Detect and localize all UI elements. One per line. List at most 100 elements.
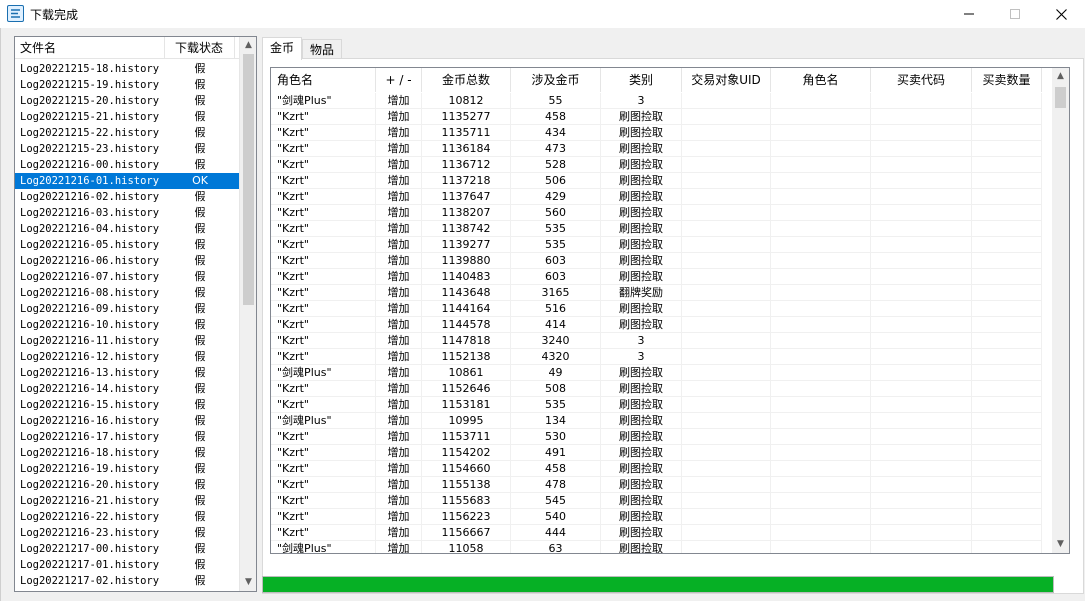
table-row[interactable]: "Kzrt" 增加 1136184 473 刷图捡取: [271, 141, 1042, 157]
table-row[interactable]: "Kzrt" 增加 1139277 535 刷图捡取: [271, 237, 1042, 253]
maximize-button[interactable]: [992, 0, 1038, 28]
table-row[interactable]: "Kzrt" 增加 1135711 434 刷图捡取: [271, 125, 1042, 141]
column-header[interactable]: + / -: [376, 68, 422, 92]
scroll-down-icon[interactable]: ▼: [1052, 536, 1069, 553]
table-row[interactable]: "剑魂Plus" 增加 10812 55 3: [271, 93, 1042, 109]
table-row[interactable]: "Kzrt" 增加 1139880 603 刷图捡取: [271, 253, 1042, 269]
tab-items[interactable]: 物品: [302, 39, 343, 60]
file-list-item[interactable]: Log20221216-06.history 假: [15, 253, 239, 269]
column-header-status[interactable]: 下载状态: [165, 37, 235, 59]
column-header[interactable]: 金币总数: [422, 68, 511, 92]
file-list-item[interactable]: Log20221216-17.history 假: [15, 429, 239, 445]
table-cell: "Kzrt": [271, 461, 376, 477]
close-button[interactable]: [1038, 0, 1084, 28]
scroll-up-icon[interactable]: ▲: [240, 37, 256, 54]
file-list-item[interactable]: Log20221216-10.history 假: [15, 317, 239, 333]
file-list-item[interactable]: Log20221216-22.history 假: [15, 509, 239, 525]
table-row[interactable]: "Kzrt" 增加 1144164 516 刷图捡取: [271, 301, 1042, 317]
file-list-item[interactable]: Log20221216-14.history 假: [15, 381, 239, 397]
file-list-item[interactable]: Log20221216-18.history 假: [15, 445, 239, 461]
table-row[interactable]: "Kzrt" 增加 1135277 458 刷图捡取: [271, 109, 1042, 125]
file-list-item[interactable]: Log20221217-01.history 假: [15, 557, 239, 573]
file-list-scrollbar[interactable]: ▲ ▼: [239, 37, 256, 591]
column-header[interactable]: 类别: [601, 68, 682, 92]
column-header-filename[interactable]: 文件名: [15, 37, 165, 59]
file-list[interactable]: 文件名 下载状态 Log20221215-18.history 假 Log20221…: [14, 36, 257, 592]
file-list-item[interactable]: Log20221216-03.history 假: [15, 205, 239, 221]
column-header[interactable]: 买卖代码: [871, 68, 972, 92]
file-list-item[interactable]: Log20221216-07.history 假: [15, 269, 239, 285]
table-row[interactable]: "Kzrt" 增加 1143648 3165 翻牌奖励: [271, 285, 1042, 301]
table-row[interactable]: "Kzrt" 增加 1154660 458 刷图捡取: [271, 461, 1042, 477]
table-cell: 473: [511, 141, 601, 157]
table-cell: "Kzrt": [271, 221, 376, 237]
table-row[interactable]: "Kzrt" 增加 1155683 545 刷图捡取: [271, 493, 1042, 509]
file-list-item[interactable]: Log20221217-02.history 假: [15, 573, 239, 589]
file-list-item[interactable]: Log20221216-04.history 假: [15, 221, 239, 237]
table-cell: [972, 157, 1042, 173]
table-row[interactable]: "剑魂Plus" 增加 10995 134 刷图捡取: [271, 413, 1042, 429]
file-list-item[interactable]: Log20221216-15.history 假: [15, 397, 239, 413]
column-header[interactable]: 涉及金币: [511, 68, 601, 92]
table-cell: 增加: [376, 189, 422, 205]
table-cell: [871, 317, 972, 333]
file-list-item[interactable]: Log20221216-20.history 假: [15, 477, 239, 493]
file-list-item[interactable]: Log20221216-19.history 假: [15, 461, 239, 477]
file-list-item[interactable]: Log20221215-21.history 假: [15, 109, 239, 125]
file-list-item[interactable]: Log20221216-02.history 假: [15, 189, 239, 205]
table-row[interactable]: "Kzrt" 增加 1154202 491 刷图捡取: [271, 445, 1042, 461]
table-row[interactable]: "Kzrt" 增加 1140483 603 刷图捡取: [271, 269, 1042, 285]
table-row[interactable]: "Kzrt" 增加 1136712 528 刷图捡取: [271, 157, 1042, 173]
file-list-item[interactable]: Log20221216-00.history 假: [15, 157, 239, 173]
file-list-item[interactable]: Log20221216-16.history 假: [15, 413, 239, 429]
file-list-item[interactable]: Log20221217-00.history 假: [15, 541, 239, 557]
scroll-up-icon[interactable]: ▲: [1052, 68, 1069, 85]
table-row[interactable]: "剑魂Plus" 增加 11058 63 刷图捡取: [271, 541, 1042, 553]
table-row[interactable]: "Kzrt" 增加 1137218 506 刷图捡取: [271, 173, 1042, 189]
download-status: 假: [194, 126, 206, 139]
file-list-item[interactable]: Log20221216-11.history 假: [15, 333, 239, 349]
table-cell: [871, 509, 972, 525]
scroll-down-icon[interactable]: ▼: [240, 574, 256, 591]
column-header[interactable]: 交易对象UID: [682, 68, 771, 92]
table-row[interactable]: "Kzrt" 增加 1156667 444 刷图捡取: [271, 525, 1042, 541]
file-list-item[interactable]: Log20221216-13.history 假: [15, 365, 239, 381]
table-row[interactable]: "Kzrt" 增加 1155138 478 刷图捡取: [271, 477, 1042, 493]
scroll-thumb[interactable]: [243, 54, 254, 305]
table-row[interactable]: "剑魂Plus" 增加 10861 49 刷图捡取: [271, 365, 1042, 381]
table-row[interactable]: "Kzrt" 增加 1138207 560 刷图捡取: [271, 205, 1042, 221]
table-row[interactable]: "Kzrt" 增加 1152138 4320 3: [271, 349, 1042, 365]
file-list-item[interactable]: Log20221216-23.history 假: [15, 525, 239, 541]
column-header[interactable]: 买卖数量: [972, 68, 1042, 92]
table-row[interactable]: "Kzrt" 增加 1137647 429 刷图捡取: [271, 189, 1042, 205]
file-name: Log20221216-05.history: [20, 239, 160, 251]
file-list-item[interactable]: Log20221216-08.history 假: [15, 285, 239, 301]
file-list-item[interactable]: Log20221216-09.history 假: [15, 301, 239, 317]
table-row[interactable]: "Kzrt" 增加 1147818 3240 3: [271, 333, 1042, 349]
file-list-item[interactable]: Log20221216-12.history 假: [15, 349, 239, 365]
table-cell: [972, 333, 1042, 349]
file-list-item[interactable]: Log20221215-23.history 假: [15, 141, 239, 157]
table-row[interactable]: "Kzrt" 增加 1138742 535 刷图捡取: [271, 221, 1042, 237]
table-row[interactable]: "Kzrt" 增加 1153711 530 刷图捡取: [271, 429, 1042, 445]
table-row[interactable]: "Kzrt" 增加 1156223 540 刷图捡取: [271, 509, 1042, 525]
table-row[interactable]: "Kzrt" 增加 1144578 414 刷图捡取: [271, 317, 1042, 333]
file-list-item[interactable]: Log20221215-22.history 假: [15, 125, 239, 141]
file-list-item[interactable]: Log20221215-18.history 假: [15, 61, 239, 77]
table-row[interactable]: "Kzrt" 增加 1153181 535 刷图捡取: [271, 397, 1042, 413]
file-list-item[interactable]: Log20221216-21.history 假: [15, 493, 239, 509]
file-list-item[interactable]: Log20221216-05.history 假: [15, 237, 239, 253]
download-status: 假: [194, 286, 206, 299]
minimize-button[interactable]: [946, 0, 992, 28]
file-list-item[interactable]: Log20221215-20.history 假: [15, 93, 239, 109]
file-list-item[interactable]: Log20221215-19.history 假: [15, 77, 239, 93]
gold-log-table[interactable]: 角色名 + / - 金币总数 涉及金币 类别 交易对象UID 角色名 买卖代码 买卖数量 "剑魂…: [270, 67, 1070, 554]
tab-gold[interactable]: 金币: [262, 37, 303, 60]
table-scrollbar[interactable]: ▲ ▼: [1052, 68, 1069, 553]
column-header[interactable]: 角色名: [271, 68, 376, 92]
column-header[interactable]: 角色名: [771, 68, 871, 92]
table-cell: 3: [601, 93, 682, 109]
file-list-item[interactable]: Log20221216-01.history OK: [15, 173, 239, 189]
scroll-thumb[interactable]: [1055, 87, 1066, 108]
table-row[interactable]: "Kzrt" 增加 1152646 508 刷图捡取: [271, 381, 1042, 397]
